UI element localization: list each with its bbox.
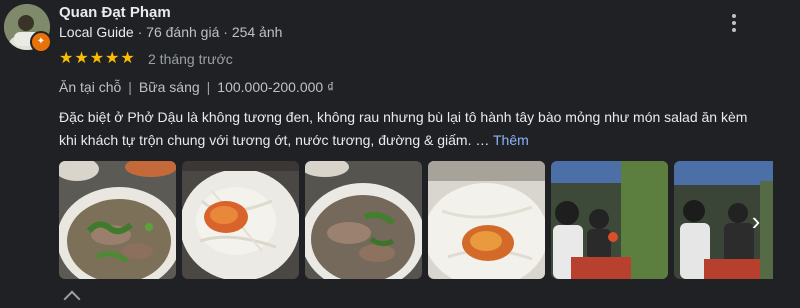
review-text-block: Đặc biệt ở Phở Dậu là không tương đen, k…	[59, 106, 749, 152]
star-icon: ★	[120, 50, 135, 67]
reviews-count: 76 đánh giá	[146, 24, 220, 40]
local-guide-badge-icon: ✦	[30, 31, 52, 53]
chevron-right-icon[interactable]: ›	[742, 204, 770, 238]
tag-meal: Bữa sáng	[138, 79, 200, 95]
more-link[interactable]: Thêm	[493, 132, 529, 148]
reviewer-name[interactable]: Quan Đạt Phạm	[59, 4, 171, 21]
meta-separator: ·	[137, 24, 147, 40]
visit-tags: Ăn tại chỗ | Bữa sáng | 100.000-200.000 ₫	[59, 79, 334, 95]
tag-separator: |	[128, 79, 132, 95]
star-icon: ★	[105, 50, 120, 67]
meta-separator: ·	[223, 24, 232, 40]
star-icon: ★	[89, 50, 105, 67]
photo-strip	[59, 161, 773, 279]
review-photo-3[interactable]	[305, 161, 422, 279]
photos-count: 254 ảnh	[231, 24, 283, 40]
review-time: 2 tháng trước	[148, 51, 233, 67]
review-photo-4[interactable]	[428, 161, 545, 279]
local-guide-label: Local Guide	[59, 24, 134, 40]
star-icon: ★	[74, 50, 89, 67]
reviewer-meta: Local Guide · 76 đánh giá · 254 ảnh	[59, 24, 282, 40]
review-photo-1[interactable]	[59, 161, 176, 279]
more-vert-icon[interactable]	[722, 10, 746, 36]
chevron-up-icon	[63, 290, 81, 308]
tag-price: 100.000-200.000 ₫	[217, 79, 335, 95]
tag-separator: |	[206, 79, 211, 95]
review-photo-2[interactable]	[182, 161, 299, 279]
tag-meal-type: Ăn tại chỗ	[59, 79, 122, 95]
review-text: Đặc biệt ở Phở Dậu là không tương đen, k…	[59, 109, 748, 148]
review-photo-5[interactable]	[551, 161, 668, 279]
star-icon: ★	[59, 50, 74, 67]
rating-stars: ★ ★ ★ ★ ★	[59, 50, 135, 68]
